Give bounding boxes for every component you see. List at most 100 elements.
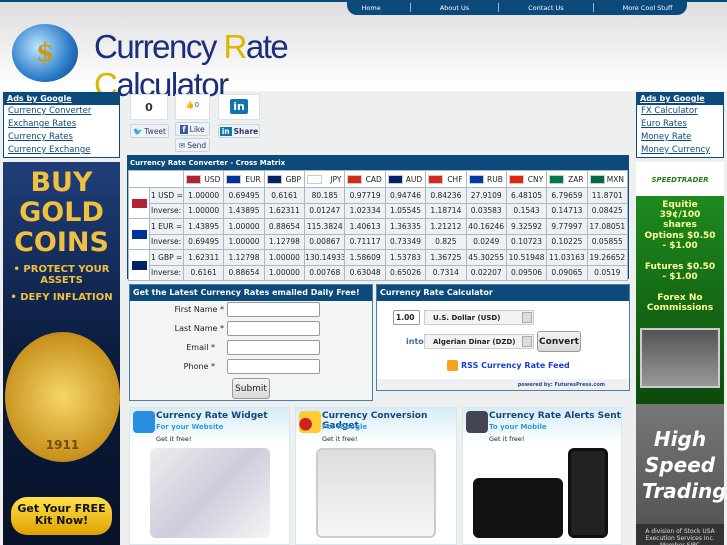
nav-more[interactable]: More Cool Stuff xyxy=(623,4,673,12)
ads-header[interactable]: Ads by Google xyxy=(637,93,723,105)
igoogle-phones-image xyxy=(316,448,436,538)
nav-about[interactable]: About Us xyxy=(440,4,469,12)
email-input[interactable] xyxy=(227,340,320,355)
currency-code: MXN xyxy=(606,174,624,184)
widget-cta[interactable]: Get it free! xyxy=(489,435,525,443)
phone-input[interactable] xyxy=(227,359,320,374)
rate-cell: 10.51948 xyxy=(505,249,548,266)
row-label: Inverse: xyxy=(149,233,184,250)
rate-cell: 0.6161 xyxy=(263,187,306,204)
rss-feed-link[interactable]: RSS Currency Rate Feed xyxy=(447,360,570,371)
tweet-count: 0 xyxy=(130,94,168,120)
currency-header-rub: RUB xyxy=(465,170,507,188)
dollar-symbol: $ xyxy=(36,38,55,68)
gold-coin-image: 1911 xyxy=(5,332,120,462)
widget-card-website[interactable]: Currency Rate Widget For your Website Ge… xyxy=(129,407,290,545)
coin-year: 1911 xyxy=(45,438,80,452)
rate-cell: 0.7314 xyxy=(425,264,467,281)
ad-link[interactable]: Money Rate xyxy=(637,131,723,144)
ad-line: GOLD xyxy=(19,197,104,228)
like-button[interactable]: f Like xyxy=(175,122,210,136)
from-value: U.S. Dollar (USD) xyxy=(433,314,501,322)
gold-coins-ad[interactable]: BUY GOLD COINS • PROTECT YOUR ASSETS • DEF… xyxy=(3,162,120,545)
ad-link[interactable]: Euro Rates xyxy=(637,118,723,131)
flag-rub-icon xyxy=(468,174,484,184)
convert-button[interactable]: Convert xyxy=(537,331,581,352)
rss-icon xyxy=(447,360,458,371)
rate-cell: 11.03163 xyxy=(546,249,588,266)
flag-eur-icon xyxy=(226,174,242,184)
rate-cell: 1.36725 xyxy=(425,249,467,266)
ad-line: COINS xyxy=(14,227,109,258)
rate-cell: 1.00000 xyxy=(223,233,265,250)
widget-subtitle: For iGoogle xyxy=(322,423,368,431)
tweet-label: Tweet xyxy=(144,126,166,136)
currency-header-jpy: JPY xyxy=(304,170,346,188)
rate-cell: 80.185 xyxy=(304,187,346,204)
rate-cell: 0.14713 xyxy=(546,202,588,219)
matrix-header-row: USD EUR GBP JPY CAD AUD CHF RUB CNY ZAR MXN xyxy=(128,170,629,188)
flag-aud-icon xyxy=(387,174,403,184)
email-label: Email * xyxy=(186,343,215,352)
widget-card-igoogle[interactable]: Currency Conversion Gadget For iGoogle G… xyxy=(295,407,457,545)
send-button[interactable]: ✉ Send xyxy=(175,138,210,152)
currency-code: CNY xyxy=(527,174,544,184)
rate-cell: 27.9109 xyxy=(465,187,507,204)
rate-cell: 0.08425 xyxy=(586,202,629,219)
rate-cell: 1.36335 xyxy=(384,218,427,235)
speedtrader-ad[interactable]: SPEEDTRADER Equitie 39¢/100 shares Optio… xyxy=(636,162,724,545)
flag-usd-icon xyxy=(186,174,201,184)
currency-header-cny: CNY xyxy=(505,170,548,188)
last-name-input[interactable] xyxy=(227,321,320,336)
widget-cta[interactable]: Get it free! xyxy=(322,435,358,443)
get-free-kit-button[interactable]: Get Your FREE Kit Now! xyxy=(11,497,112,535)
widget-cta[interactable]: Get it free! xyxy=(156,435,192,443)
mobile-icon xyxy=(466,411,488,433)
submit-button[interactable]: Submit xyxy=(232,378,270,399)
nav-contact[interactable]: Contact Us xyxy=(528,4,564,12)
amount-input[interactable]: 1.00 xyxy=(393,310,420,325)
first-name-label: First Name * xyxy=(174,305,224,314)
ad-link[interactable]: Currency Rates xyxy=(4,131,119,144)
rate-cell: 1.00000 xyxy=(223,218,265,235)
base-flag-cell xyxy=(128,218,150,250)
rate-cell: 0.825 xyxy=(425,233,467,250)
ad-link[interactable]: FX Calculator xyxy=(637,105,723,118)
linkedin-share-button[interactable]: in Share xyxy=(218,124,260,138)
ads-header[interactable]: Ads by Google xyxy=(4,93,119,105)
rate-cell: 0.94746 xyxy=(384,187,427,204)
widget-icon xyxy=(133,411,155,433)
facebook-icon: f xyxy=(180,124,188,134)
logo-part: ate xyxy=(245,28,289,65)
ad-headline: BUY GOLD COINS xyxy=(3,168,120,258)
powered-by[interactable]: powered by: FuturesPress.com xyxy=(377,379,629,390)
empty-cell xyxy=(128,170,184,188)
ad-bullet: • DEFY INFLATION xyxy=(10,292,113,303)
to-currency-select[interactable]: Algerian Dinar (DZD) xyxy=(424,334,534,349)
rate-cell: 45.30255 xyxy=(465,249,507,266)
rate-cell: 1.43895 xyxy=(182,218,225,235)
linkedin-icon: in xyxy=(219,126,232,136)
ad-prices: Equitie 39¢/100 shares Options $0.50 - $… xyxy=(636,196,724,404)
matrix-row: Inverse: 0.6161 0.88654 1.00000 0.00768 0.630… xyxy=(129,264,629,281)
rate-cell: 0.0249 xyxy=(465,233,507,250)
rate-cell: 1.12798 xyxy=(263,233,306,250)
widget-card-mobile[interactable]: Currency Rate Alerts Sent To your Mobile… xyxy=(462,407,622,545)
rate-cell: 0.05855 xyxy=(586,233,629,250)
rate-cell: 0.69495 xyxy=(223,187,265,204)
ad-link[interactable]: Exchange Rates xyxy=(4,118,119,131)
like-label: Like xyxy=(189,124,205,134)
first-name-input[interactable] xyxy=(227,302,320,317)
ad-link[interactable]: Currency Exchange xyxy=(4,144,119,157)
tweet-button[interactable]: 🐦 Tweet xyxy=(130,124,169,138)
linkedin-icon: in xyxy=(230,99,248,114)
ad-link[interactable]: Money Currency xyxy=(637,144,723,157)
divider xyxy=(498,3,500,12)
currency-header-mxn: MXN xyxy=(586,170,629,188)
base-flag-cell xyxy=(128,187,150,219)
from-currency-select[interactable]: U.S. Dollar (USD) xyxy=(424,310,534,325)
ad-link[interactable]: Currency Converter xyxy=(4,105,119,118)
nav-home[interactable]: Home xyxy=(362,4,381,12)
currency-header-zar: ZAR xyxy=(546,170,588,188)
site-logo[interactable]: $ Currency Rate Calculator xyxy=(8,20,348,103)
